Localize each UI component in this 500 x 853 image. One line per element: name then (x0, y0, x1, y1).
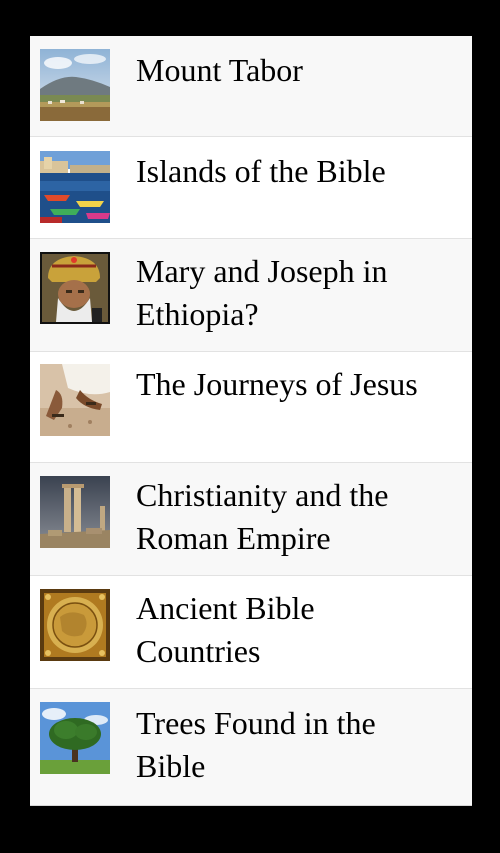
sandaled-feet-thumbnail (40, 364, 110, 436)
mountain-landscape-thumbnail (40, 49, 110, 121)
tree-thumbnail (40, 702, 110, 774)
list-item-ancient-bible-countries[interactable]: Ancient Bible Countries (30, 576, 472, 689)
list-item-label: Mount Tabor (136, 52, 303, 88)
list-item-trees-found-in-the-bible[interactable]: Trees Found in the Bible (30, 689, 472, 806)
list-item-label: Christianity and the Roman Empire (136, 477, 389, 556)
list-item-islands-of-the-bible[interactable]: Islands of the Bible (30, 137, 472, 239)
list-item-mary-and-joseph-in-ethiopia[interactable]: Mary and Joseph in Ethiopia? (30, 239, 472, 352)
ancient-map-thumbnail (40, 589, 110, 661)
list-item-label: Islands of the Bible (136, 153, 386, 189)
article-list: Mount Tabor Islands of the Bible Mary an… (30, 36, 472, 806)
roman-columns-thumbnail (40, 476, 110, 548)
list-item-christianity-and-the-roman-empire[interactable]: Christianity and the Roman Empire (30, 463, 472, 576)
patriarch-portrait-thumbnail (40, 252, 110, 324)
list-item-label: Trees Found in the Bible (136, 705, 376, 784)
list-item-the-journeys-of-jesus[interactable]: The Journeys of Jesus (30, 352, 472, 463)
list-item-label: Mary and Joseph in Ethiopia? (136, 253, 388, 332)
list-item-label: The Journeys of Jesus (136, 366, 418, 402)
harbor-boats-thumbnail (40, 151, 110, 223)
list-item-mount-tabor[interactable]: Mount Tabor (30, 36, 472, 137)
list-item-label: Ancient Bible Countries (136, 590, 315, 669)
